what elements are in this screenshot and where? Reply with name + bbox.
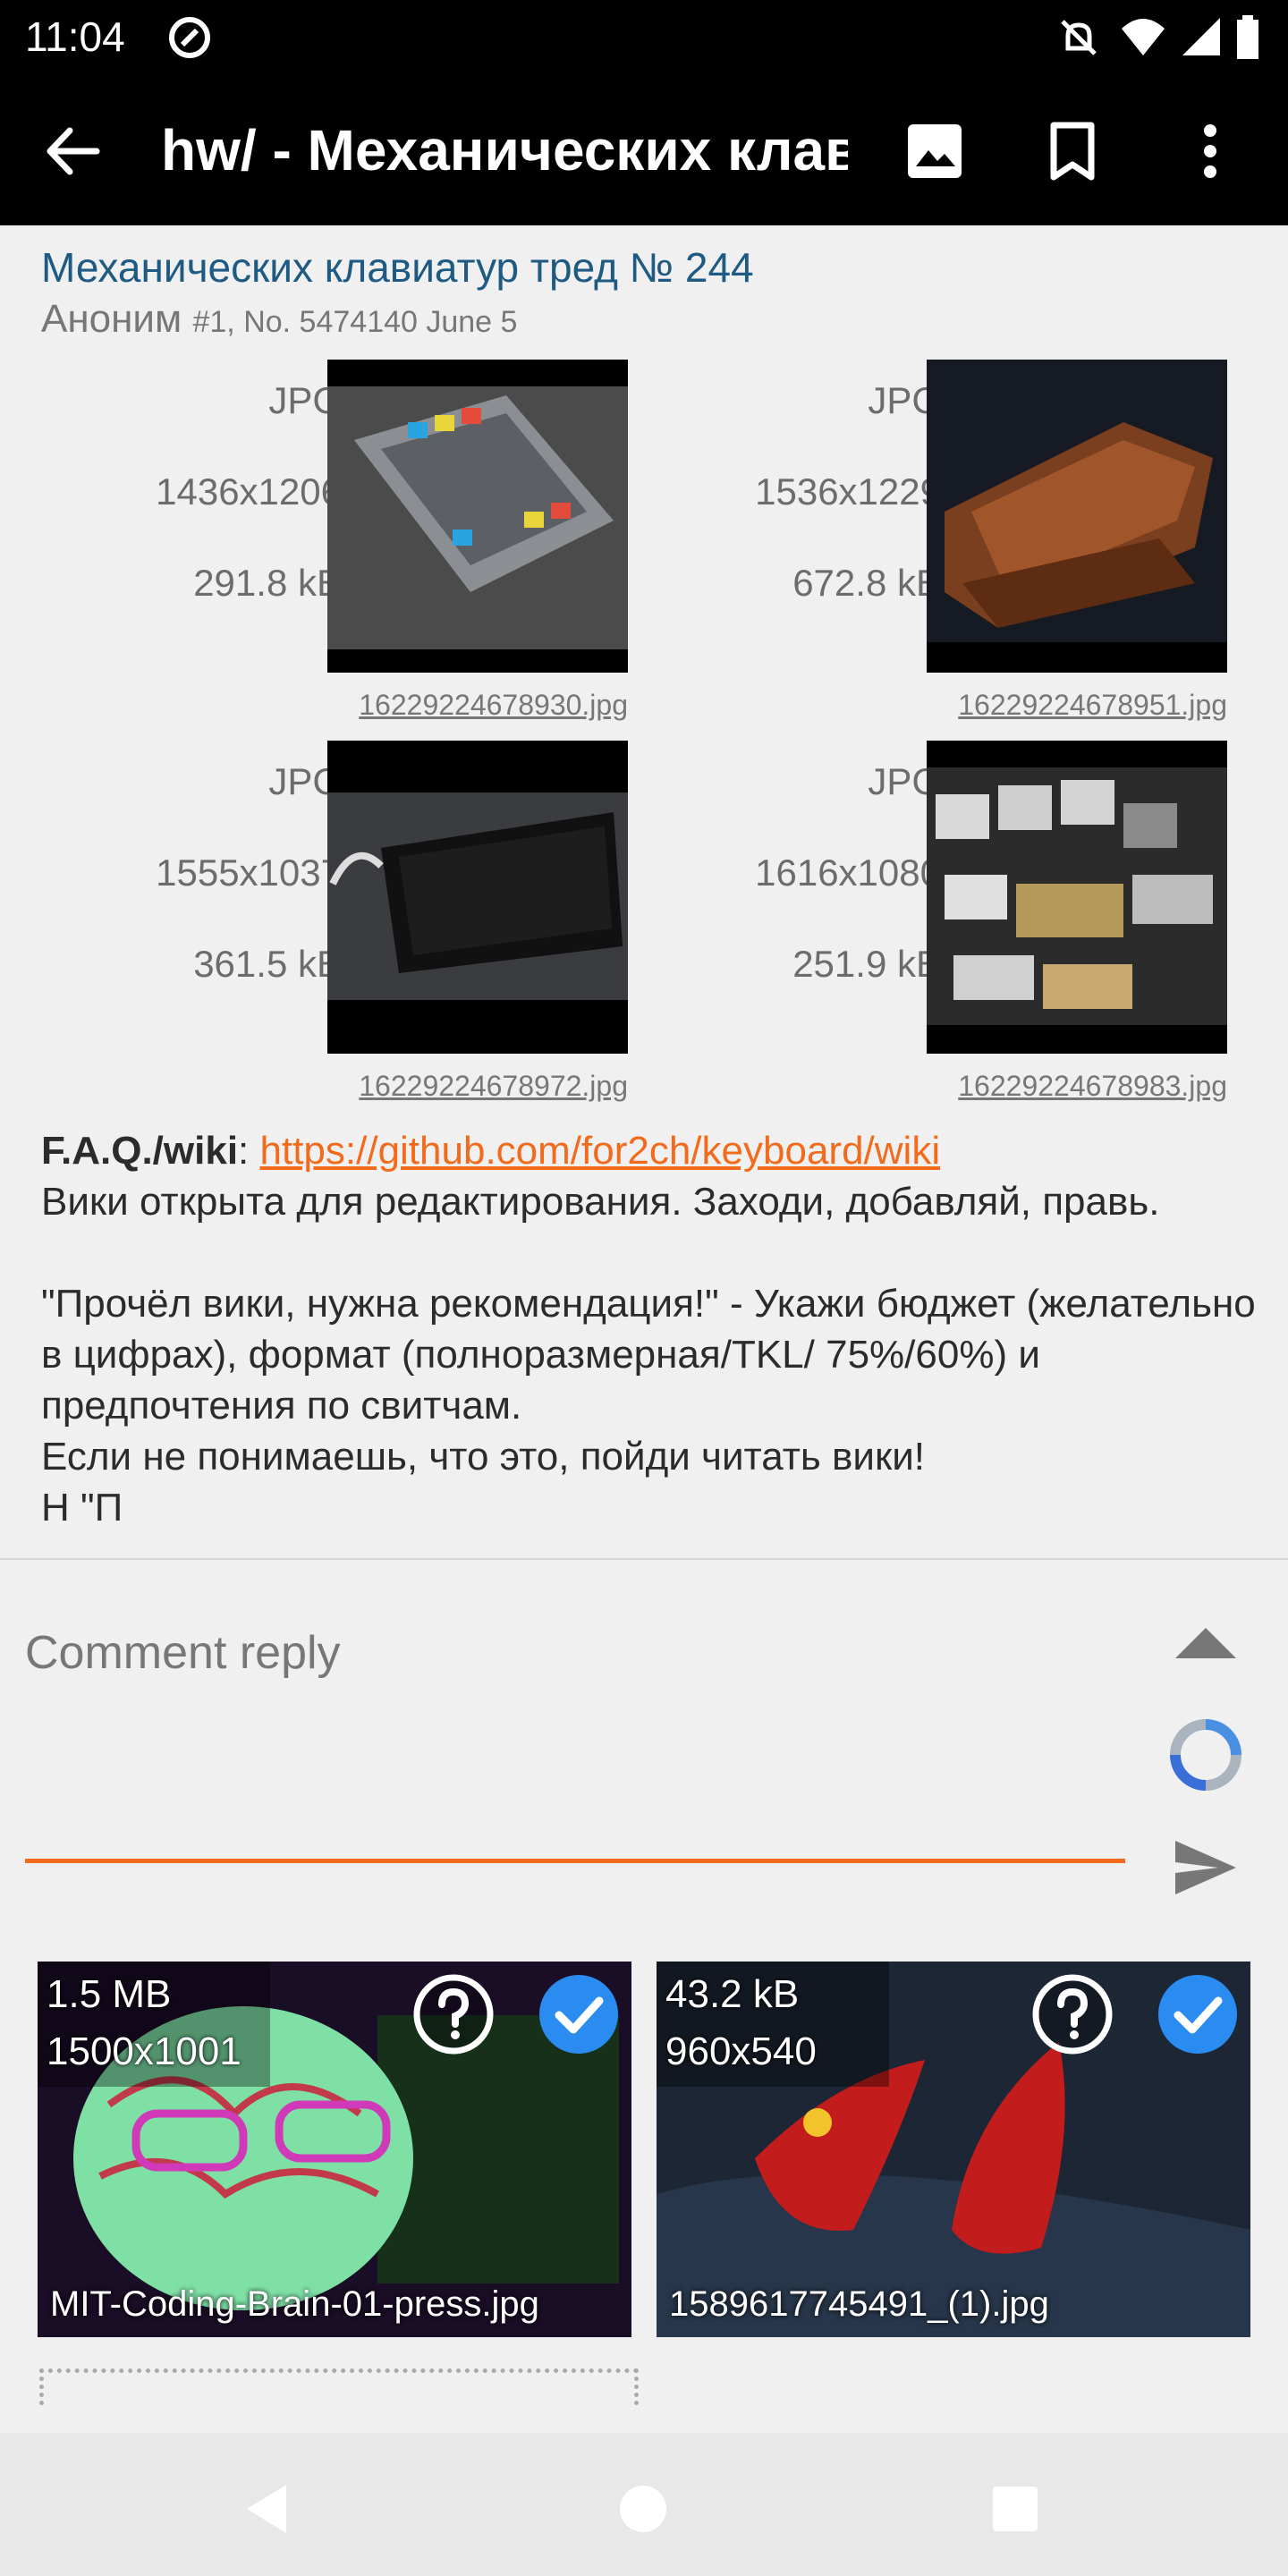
check-circle-icon[interactable] <box>1156 1972 1240 2056</box>
image-type: JPG <box>868 379 941 421</box>
image-dims: 1555x1037 <box>156 852 342 894</box>
comment-line: "Прочёл вики, нужна рекомендация!" - Ука… <box>41 1282 1256 1428</box>
image-size: 361.5 kB <box>193 943 342 985</box>
image-type: JPG <box>268 379 342 421</box>
post-author: Аноним <box>41 297 182 341</box>
comment-line: Н "П <box>41 1486 123 1530</box>
thread-title: hw/ - Механических клавиатур тред № 244 <box>163 113 848 188</box>
attachment-size: 1.5 MB <box>47 1972 172 2016</box>
send-icon[interactable] <box>1172 1837 1240 1898</box>
image-thumbnail[interactable] <box>327 360 628 673</box>
faq-line: F.A.Q./wiki: https://github.com/for2ch/k… <box>41 1125 1258 1176</box>
comment-reply-input[interactable]: Comment reply <box>25 1626 341 1680</box>
nav-recents-icon[interactable] <box>984 2478 1046 2540</box>
reply-input-underline <box>25 1859 1125 1863</box>
post-meta: Аноним #1, No. 5474140 June 5 <box>41 297 517 342</box>
image-dims: 1616x1080 <box>755 852 941 894</box>
app-toolbar: hw/ - Механических клавиатур тред № 244 <box>0 75 1288 225</box>
image-dims: 1536x1229 <box>755 470 941 513</box>
help-circle-icon[interactable] <box>411 1972 496 2056</box>
status-time: 11:04 <box>25 13 125 60</box>
post-subject: Механических клавиатур тред № 244 <box>41 244 754 291</box>
post-card: Механических клавиатур тред № 244 Аноним… <box>0 225 1288 1560</box>
sync-icon <box>169 17 210 58</box>
faq-label: F.A.Q./wiki <box>41 1129 239 1173</box>
image-size: 291.8 kB <box>193 562 342 604</box>
faq-separator: : <box>238 1129 260 1173</box>
attachment-filename: MIT-Coding-Brain-01-press.jpg <box>50 2284 539 2324</box>
thread-title-text: hw/ - Механических клавиатур тред № 244 <box>163 118 848 182</box>
system-nav-bar <box>0 2433 1288 2576</box>
image-thumbnail[interactable] <box>927 741 1227 1054</box>
image-icon[interactable] <box>903 120 966 182</box>
attachment-dims: 960x540 <box>665 2029 817 2073</box>
bookmark-icon[interactable] <box>1041 120 1104 182</box>
image-filename[interactable]: 16229224678972.jpg <box>270 1070 628 1103</box>
post-image-3[interactable]: JPG 1555x1037 361.5 kB 16229224678972.jp… <box>29 741 628 1116</box>
image-size: 672.8 kB <box>792 562 941 604</box>
comment-line: Вики открыта для редактирования. Заходи,… <box>41 1180 1160 1224</box>
wifi-icon <box>1122 19 1165 55</box>
post-comment: F.A.Q./wiki: https://github.com/for2ch/k… <box>41 1125 1258 1533</box>
image-filename[interactable]: 16229224678951.jpg <box>869 689 1227 722</box>
attachment-size: 43.2 kB <box>665 1972 800 2016</box>
post-image-4[interactable]: JPG 1616x1080 251.9 kB 16229224678983.jp… <box>628 741 1227 1116</box>
check-circle-icon[interactable] <box>537 1972 621 2056</box>
attachment-2[interactable]: 43.2 kB 960x540 1589617745491_(1).jpg <box>657 1962 1250 2337</box>
help-circle-icon[interactable] <box>1030 1972 1114 2056</box>
more-vert-icon[interactable] <box>1179 120 1241 182</box>
attachment-1[interactable]: 1.5 MB 1500x1001 MIT-Coding-Brain-01-pre… <box>38 1962 631 2337</box>
status-bar: 11:04 <box>0 0 1288 75</box>
image-thumbnail[interactable] <box>927 360 1227 673</box>
image-filename[interactable]: 16229224678983.jpg <box>869 1070 1227 1103</box>
image-thumbnail[interactable] <box>327 741 628 1054</box>
wiki-link[interactable]: https://github.com/for2ch/keyboard/wiki <box>260 1129 941 1173</box>
post-number: #1, No. 5474140 June 5 <box>192 305 518 339</box>
image-type: JPG <box>868 760 941 802</box>
battery-icon <box>1237 15 1258 59</box>
comment-line: Если не понимаешь, что это, пойди читать… <box>41 1435 926 1479</box>
alarm-off-icon <box>1061 20 1097 55</box>
back-arrow-icon[interactable] <box>41 120 104 182</box>
image-dims: 1436x1206 <box>156 470 342 513</box>
post-image-1[interactable]: JPG 1436x1206 291.8 kB 16229224678930.jp… <box>29 360 628 735</box>
post-image-2[interactable]: JPG 1536x1229 672.8 kB 16229224678951.jp… <box>628 360 1227 735</box>
image-type: JPG <box>268 760 342 802</box>
expand-up-icon[interactable] <box>1172 1623 1240 1662</box>
attachment-dims: 1500x1001 <box>47 2029 242 2073</box>
image-size: 251.9 kB <box>792 943 941 985</box>
signal-icon <box>1182 18 1220 55</box>
attachment-filename: 1589617745491_(1).jpg <box>669 2284 1049 2324</box>
nav-home-icon[interactable] <box>612 2478 674 2540</box>
image-filename[interactable]: 16229224678930.jpg <box>270 689 628 722</box>
nav-back-icon[interactable] <box>236 2478 299 2540</box>
divider <box>0 1558 1288 1560</box>
recaptcha-icon[interactable] <box>1168 1717 1243 1792</box>
add-attachment-placeholder[interactable] <box>39 2368 639 2405</box>
